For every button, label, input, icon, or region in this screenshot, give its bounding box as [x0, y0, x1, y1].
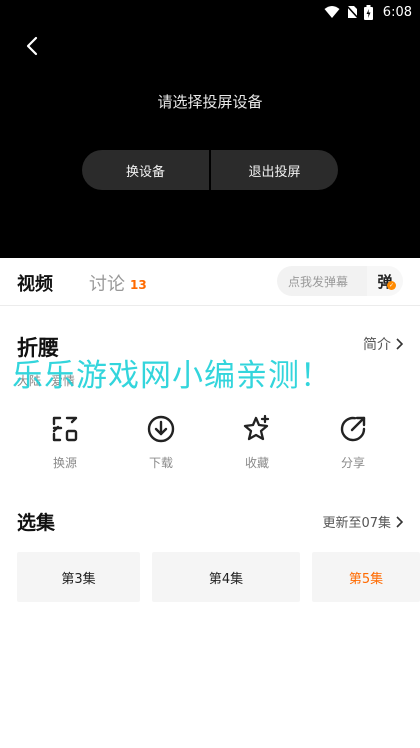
- star-icon: [243, 414, 270, 441]
- share-button[interactable]: 分享: [318, 414, 388, 471]
- back-arrow-icon: [26, 36, 38, 56]
- chevron-right-icon: [396, 515, 403, 528]
- cast-actions: 换设备 退出投屏: [82, 150, 338, 190]
- danmu-check-icon: ✓: [387, 281, 396, 290]
- favorite-button[interactable]: 收藏: [222, 414, 292, 471]
- download-button[interactable]: 下载: [126, 414, 196, 471]
- switch-source-label: 换源: [52, 456, 77, 470]
- switch-device-button[interactable]: 换设备: [82, 150, 209, 190]
- status-icons: 6:08: [324, 2, 412, 22]
- favorite-label: 收藏: [244, 456, 269, 470]
- status-bar: 6:08: [0, 0, 420, 24]
- download-label: 下载: [148, 456, 173, 470]
- wifi-icon: [324, 6, 340, 18]
- episode-item[interactable]: 第3集: [17, 552, 140, 602]
- discuss-count-badge: 13: [130, 278, 147, 292]
- no-sim-icon: [346, 5, 358, 19]
- download-icon: [147, 415, 175, 443]
- intro-label: 简介: [363, 337, 391, 353]
- cast-title: 请选择投屏设备: [157, 93, 263, 111]
- danmu-toggle-button[interactable]: 弹 ✓: [367, 266, 403, 296]
- share-icon: [340, 416, 366, 442]
- action-row: 换源 下载 收藏 分享: [0, 414, 420, 484]
- share-label: 分享: [340, 456, 365, 470]
- intro-link[interactable]: 简介: [363, 334, 403, 354]
- episodes-title: 选集: [17, 512, 56, 534]
- exit-cast-button[interactable]: 退出投屏: [211, 150, 338, 190]
- back-button[interactable]: [18, 32, 46, 60]
- tab-bar: 视频 讨论 13 点我发弹幕 弹 ✓: [0, 258, 420, 306]
- chevron-right-icon: [396, 338, 403, 350]
- cast-player: 6:08 请选择投屏设备 换设备 退出投屏: [0, 0, 420, 258]
- episode-item[interactable]: 第4集: [152, 552, 300, 602]
- episode-list: 第3集 第4集 第5集: [17, 552, 420, 602]
- tab-discuss-label: 讨论: [89, 274, 125, 295]
- switch-source-icon: [52, 416, 78, 442]
- watermark-text: 乐乐游戏网小编亲测！: [12, 358, 332, 394]
- tab-discuss[interactable]: 讨论 13: [89, 270, 147, 296]
- battery-icon: [363, 4, 373, 20]
- status-time: 6:08: [382, 4, 412, 20]
- switch-source-button[interactable]: 换源: [30, 414, 100, 471]
- episodes-update-text: 更新至07集: [322, 516, 391, 531]
- episodes-more-link[interactable]: 更新至07集: [322, 512, 403, 531]
- tab-video[interactable]: 视频: [17, 270, 53, 296]
- episode-item-active[interactable]: 第5集: [312, 552, 420, 602]
- danmu-input[interactable]: 点我发弹幕: [277, 266, 367, 296]
